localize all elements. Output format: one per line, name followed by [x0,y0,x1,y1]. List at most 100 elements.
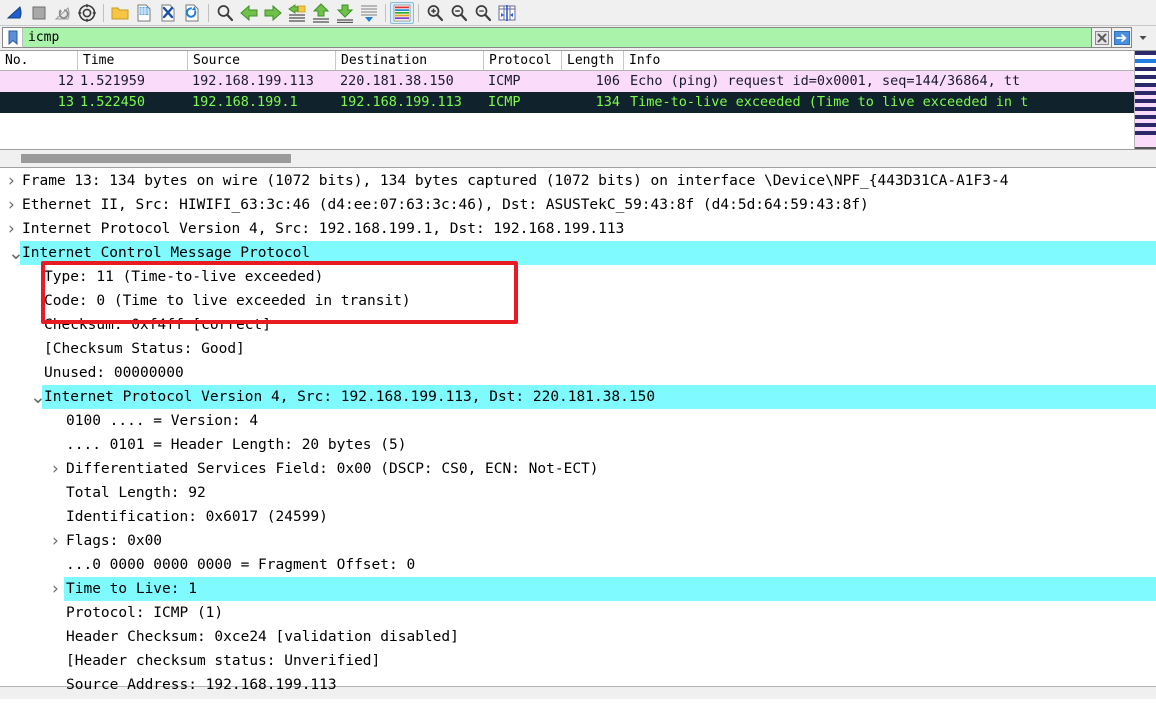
packet-list-pane[interactable]: No. Time Source Destination Protocol Len… [0,50,1156,150]
table-row[interactable]: 13 1.522450 192.168.199.1 192.168.199.11… [0,92,1156,113]
detail-tree-row[interactable]: [Header checksum status: Unverified] [0,649,1156,673]
detail-tree-row[interactable]: › Flags: 0x00 [0,529,1156,553]
apply-filter-icon[interactable] [1112,27,1132,48]
go-first-packet-icon[interactable] [309,2,333,24]
detail-tree-label: Checksum: 0xf4ff [correct] [44,317,271,333]
detail-tree-row[interactable]: Type: 11 (Time-to-live exceeded) [0,265,1156,289]
chevron-right-icon[interactable]: › [8,217,15,241]
detail-tree-row[interactable]: ...0 0000 0000 0000 = Fragment Offset: 0 [0,553,1156,577]
reload-file-icon[interactable] [180,2,204,24]
bookmark-icon[interactable] [2,27,22,48]
chevron-right-icon[interactable]: › [52,529,59,553]
detail-tree-row[interactable]: .... 0101 = Header Length: 20 bytes (5) [0,433,1156,457]
detail-tree-row[interactable]: › Frame 13: 134 bytes on wire (1072 bits)… [0,169,1156,193]
go-to-packet-icon[interactable] [285,2,309,24]
detail-tree-row[interactable]: Total Length: 92 [0,481,1156,505]
cell-length: 134 [595,94,620,110]
zoom-reset-icon[interactable] [471,2,495,24]
restart-capture-icon[interactable] [51,2,75,24]
column-header-info[interactable]: Info [624,51,1156,70]
detail-tree-row[interactable]: › Internet Protocol Version 4, Src: 192.1… [0,217,1156,241]
clear-filter-icon[interactable] [1092,27,1112,48]
close-file-icon[interactable] [156,2,180,24]
cell-info: Echo (ping) request id=0x0001, seq=144/3… [630,73,1021,89]
detail-tree-row[interactable]: 0100 .... = Version: 4 [0,409,1156,433]
cell-length: 106 [595,73,620,89]
go-back-icon[interactable] [237,2,261,24]
detail-tree-row[interactable]: Identification: 0x6017 (24599) [0,505,1156,529]
detail-row-highlight [64,577,1156,601]
detail-tree-label: Source Address: 192.168.199.113 [66,677,337,693]
column-header-destination[interactable]: Destination [336,51,484,70]
detail-tree-label: [Checksum Status: Good] [44,341,245,357]
autoscroll-icon[interactable] [357,2,381,24]
detail-tree-row[interactable]: Unused: 00000000 [0,361,1156,385]
detail-tree-label: Unused: 00000000 [44,365,184,381]
cell-source: 192.168.199.1 [192,94,298,110]
detail-tree-row[interactable]: Protocol: ICMP (1) [0,601,1156,625]
chevron-right-icon[interactable]: › [8,169,15,193]
packet-list-horizontal-scrollbar[interactable] [0,150,1156,168]
detail-tree-label: Internet Control Message Protocol [22,245,311,261]
go-forward-icon[interactable] [261,2,285,24]
toolbar-separator [103,3,104,22]
column-header-protocol[interactable]: Protocol [484,51,562,70]
column-header-length[interactable]: Length [562,51,624,70]
detail-tree-row[interactable]: Header Checksum: 0xce24 [validation disa… [0,625,1156,649]
cell-no: 12 [57,73,74,89]
find-packet-icon[interactable] [213,2,237,24]
detail-tree-row[interactable]: › Ethernet II, Src: HIWIFI_63:3c:46 (d4:e… [0,193,1156,217]
cell-destination: 192.168.199.113 [340,94,462,110]
column-header-source[interactable]: Source [188,51,336,70]
chevron-down-icon[interactable] [1132,27,1154,48]
chevron-right-icon[interactable]: › [52,457,59,481]
detail-tree-label: 0100 .... = Version: 4 [66,413,259,429]
detail-tree-label: Code: 0 (Time to live exceeded in transi… [44,293,411,309]
chevron-right-icon[interactable]: › [52,577,59,601]
start-capture-icon[interactable] [3,2,27,24]
capture-options-icon[interactable] [75,2,99,24]
detail-tree-label: [Header checksum status: Unverified] [66,653,381,669]
packet-list-header: No. Time Source Destination Protocol Len… [0,51,1156,71]
detail-tree-row[interactable]: Source Address: 192.168.199.113 [0,673,1156,697]
cell-time: 1.521959 [80,73,146,89]
detail-tree-row[interactable]: ⌄ Internet Protocol Version 4, Src: 192.1… [0,385,1156,409]
detail-tree-label: Identification: 0x6017 (24599) [66,509,328,525]
detail-tree-row[interactable]: › Differentiated Services Field: 0x00 (DS… [0,457,1156,481]
go-last-packet-icon[interactable] [333,2,357,24]
detail-tree-row[interactable]: ⌄ Internet Control Message Protocol [0,241,1156,265]
colorize-icon[interactable] [390,1,414,24]
detail-tree-row[interactable]: Code: 0 (Time to live exceeded in transi… [0,289,1156,313]
cell-time: 1.522450 [80,94,146,110]
detail-tree-label: Internet Protocol Version 4, Src: 192.16… [22,221,625,237]
scrollbar-thumb[interactable] [21,154,291,163]
detail-tree-label: Internet Protocol Version 4, Src: 192.16… [44,389,656,405]
zoom-in-icon[interactable] [423,2,447,24]
packet-details-pane[interactable]: › Frame 13: 134 bytes on wire (1072 bits)… [0,168,1156,699]
column-header-time[interactable]: Time [78,51,188,70]
table-row[interactable]: 12 1.521959 192.168.199.113 220.181.38.1… [0,71,1156,92]
resize-columns-icon[interactable] [495,2,519,24]
detail-tree-label: Ethernet II, Src: HIWIFI_63:3c:46 (d4:ee… [22,197,869,213]
detail-tree-row[interactable]: › Time to Live: 1 [0,577,1156,601]
column-header-no[interactable]: No. [0,51,78,70]
chevron-right-icon[interactable]: › [8,193,15,217]
detail-tree-label: Protocol: ICMP (1) [66,605,224,621]
display-filter-input[interactable]: icmp [22,27,1092,48]
display-filter-bar: icmp [0,26,1156,50]
wireshark-window: icmp No. Time Source Destination Protoco… [0,0,1156,711]
save-file-icon[interactable] [132,2,156,24]
stop-capture-icon[interactable] [27,2,51,24]
cell-no: 13 [57,94,74,110]
toolbar-separator [208,3,209,22]
detail-tree-label: Destination Address: 220.181.38.150 [66,697,372,699]
intelligent-scrollbar[interactable] [1134,51,1156,149]
detail-tree-row[interactable]: Checksum: 0xf4ff [correct] [0,313,1156,337]
cell-source: 192.168.199.113 [192,73,314,89]
detail-tree-row[interactable]: [Checksum Status: Good] [0,337,1156,361]
cell-protocol: ICMP [488,94,521,110]
open-file-icon[interactable] [108,2,132,24]
detail-tree-label: Header Checksum: 0xce24 [validation disa… [66,629,459,645]
zoom-out-icon[interactable] [447,2,471,24]
detail-tree-row[interactable]: Destination Address: 220.181.38.150 [0,697,1156,699]
